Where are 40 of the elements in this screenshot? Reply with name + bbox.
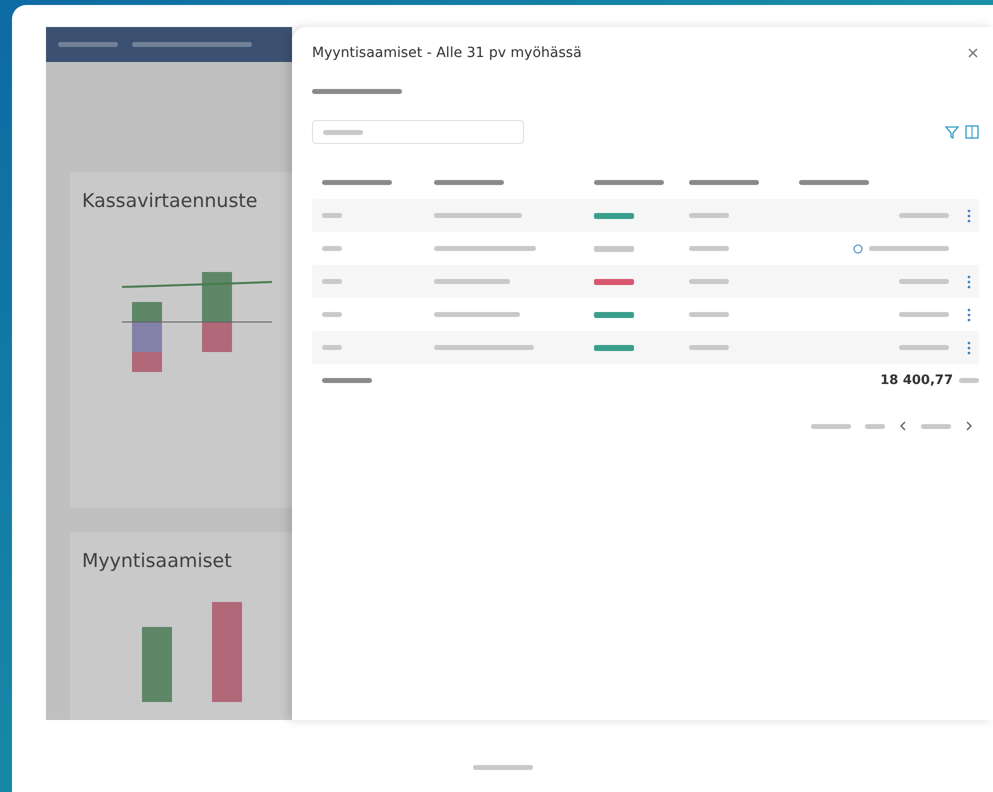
blurred-text <box>899 312 949 317</box>
blurred-text <box>959 378 979 383</box>
blurred-text <box>899 213 949 218</box>
blurred-text <box>322 213 342 218</box>
blurred-text <box>689 213 729 218</box>
column-header[interactable] <box>434 180 504 185</box>
card-title: Kassavirtaennuste <box>82 190 258 212</box>
next-page-icon[interactable] <box>965 421 973 431</box>
blurred-text <box>322 378 372 383</box>
blurred-text <box>322 345 342 350</box>
info-icon <box>853 244 863 254</box>
blurred-text <box>689 246 729 251</box>
more-icon[interactable] <box>967 208 971 222</box>
blurred-text <box>322 312 342 317</box>
blurred-text <box>689 345 729 350</box>
modal-title: Myyntisaamiset - Alle 31 pv myöhässä <box>312 45 582 61</box>
column-header[interactable] <box>594 180 664 185</box>
column-header[interactable] <box>799 180 869 185</box>
blurred-text <box>472 765 532 770</box>
close-icon[interactable] <box>967 47 979 59</box>
blurred-text <box>689 279 729 284</box>
previous-page-icon[interactable] <box>899 421 907 431</box>
columns-icon[interactable] <box>965 125 979 139</box>
more-icon[interactable] <box>967 274 971 288</box>
total-amount: 18 400,77 <box>880 373 953 388</box>
blurred-text <box>689 312 729 317</box>
blurred-text <box>899 279 949 284</box>
blurred-text <box>322 246 342 251</box>
more-icon[interactable] <box>967 308 971 322</box>
blurred-text <box>811 424 851 428</box>
filter-icon[interactable] <box>945 125 959 139</box>
blurred-text <box>921 424 951 428</box>
search-field[interactable] <box>312 120 524 144</box>
page-size-select[interactable] <box>865 424 885 428</box>
blurred-text <box>322 279 342 284</box>
card-title: Myyntisaamiset <box>82 550 233 572</box>
column-header[interactable] <box>322 180 392 185</box>
more-icon[interactable] <box>967 340 971 354</box>
column-header[interactable] <box>689 180 759 185</box>
blurred-text <box>899 345 949 350</box>
